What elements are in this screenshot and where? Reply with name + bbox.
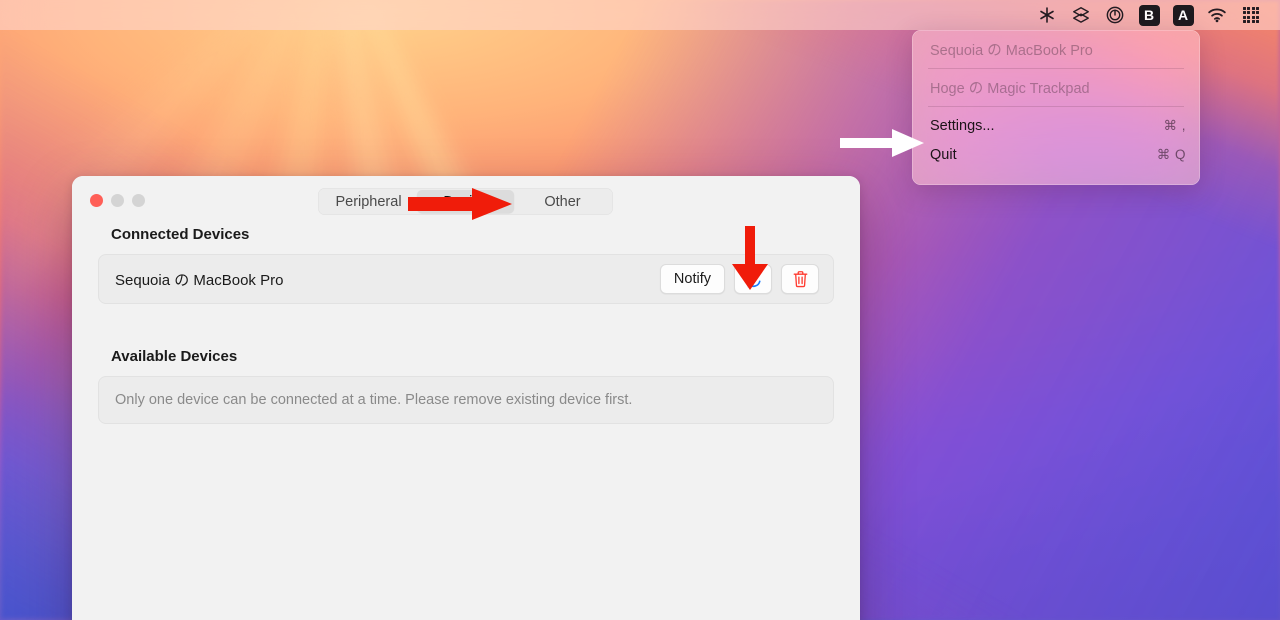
minimize-button[interactable] <box>111 194 124 207</box>
desktop: B A Sequoia の MacBook Pro Hoge の Magic T… <box>0 0 1280 620</box>
onepassword-icon[interactable] <box>1098 2 1132 28</box>
menu-item-settings[interactable]: Settings... ⌘ , <box>912 111 1200 140</box>
refresh-icon <box>745 270 761 288</box>
connected-devices-panel: Sequoia の MacBook Pro Notify <box>98 254 834 304</box>
menu-item-quit[interactable]: Quit ⌘ Q <box>912 140 1200 169</box>
status-item-menu: Sequoia の MacBook Pro Hoge の Magic Track… <box>912 30 1200 185</box>
window-content: Connected Devices Sequoia の MacBook Pro … <box>72 226 860 620</box>
asterisk-icon[interactable] <box>1030 2 1064 28</box>
menu-item-label: Settings... <box>930 117 995 134</box>
device-row-actions: Notify <box>659 264 819 294</box>
connected-devices-heading: Connected Devices <box>111 226 250 243</box>
tab-bar: Peripheral Device Other <box>318 188 613 215</box>
menu-item-shortcut: ⌘ , <box>1163 117 1186 133</box>
menu-item-sequoia-macbook-pro[interactable]: Sequoia の MacBook Pro <box>912 35 1200 64</box>
menu-item-label: Quit <box>930 146 957 163</box>
available-devices-heading: Available Devices <box>111 348 238 365</box>
tab-peripheral[interactable]: Peripheral <box>320 190 417 213</box>
alfred-a-icon[interactable]: A <box>1166 2 1200 28</box>
control-center-icon[interactable] <box>1234 2 1268 28</box>
delete-button[interactable] <box>781 264 819 294</box>
wifi-icon[interactable] <box>1200 2 1234 28</box>
traffic-lights <box>90 194 145 207</box>
menu-item-shortcut: ⌘ Q <box>1156 146 1186 162</box>
menu-separator <box>928 68 1184 69</box>
refresh-button[interactable] <box>734 264 772 294</box>
available-devices-panel: Only one device can be connected at a ti… <box>98 376 834 424</box>
empty-message: Only one device can be connected at a ti… <box>115 392 633 408</box>
tab-device[interactable]: Device <box>417 190 514 213</box>
menu-item-label: Sequoia の MacBook Pro <box>930 43 1093 59</box>
menu-separator <box>928 106 1184 107</box>
notify-button[interactable]: Notify <box>659 264 725 294</box>
close-button[interactable] <box>90 194 103 207</box>
tab-other[interactable]: Other <box>514 190 611 213</box>
layers-icon[interactable] <box>1064 2 1098 28</box>
trash-icon <box>793 271 807 288</box>
zoom-button[interactable] <box>132 194 145 207</box>
menu-bar: B A <box>0 0 1280 30</box>
available-devices-empty-state: Only one device can be connected at a ti… <box>99 377 833 423</box>
alfred-a-label: A <box>1172 4 1194 26</box>
device-row: Sequoia の MacBook Pro Notify <box>99 255 833 303</box>
menu-item-label: Hoge の Magic Trackpad <box>930 81 1090 97</box>
bartender-b-icon[interactable]: B <box>1132 2 1166 28</box>
menu-item-hoge-magic-trackpad[interactable]: Hoge の Magic Trackpad <box>912 73 1200 102</box>
bartender-b-label: B <box>1138 4 1160 26</box>
device-name: Sequoia の MacBook Pro <box>115 271 284 289</box>
